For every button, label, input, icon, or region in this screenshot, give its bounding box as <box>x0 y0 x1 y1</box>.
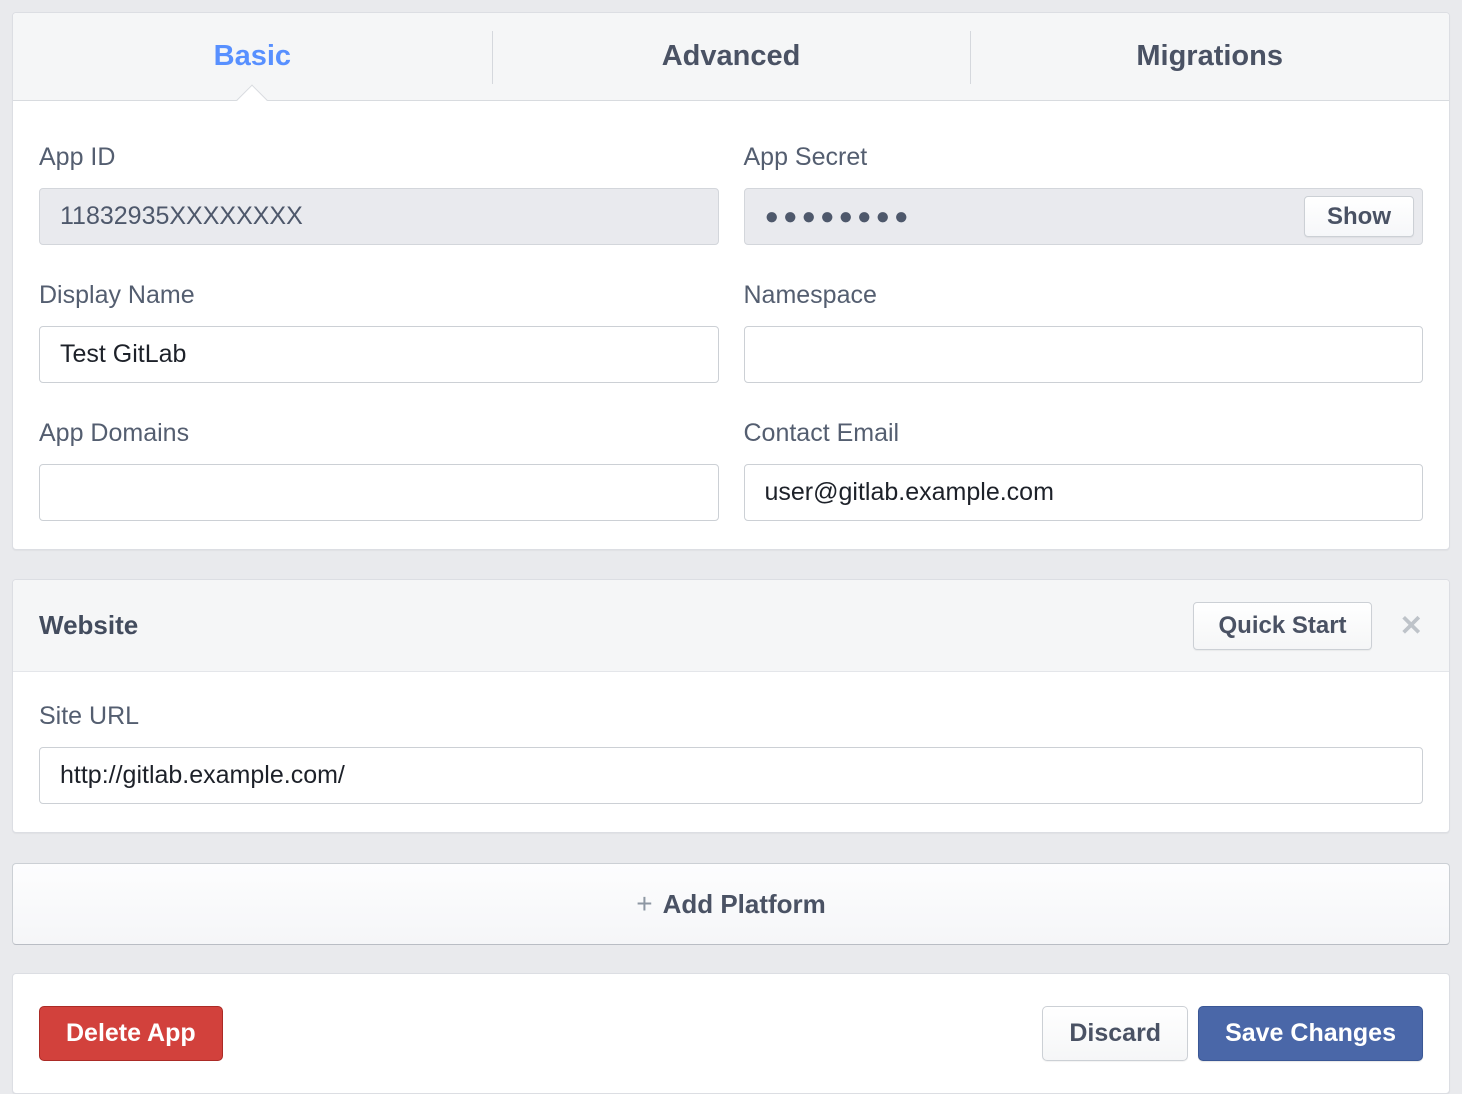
show-secret-button[interactable]: Show <box>1304 196 1414 237</box>
app-id-label: App ID <box>39 143 719 172</box>
namespace-input[interactable] <box>744 326 1424 383</box>
app-secret-wrapper: Show <box>744 188 1424 245</box>
app-domains-field-group: App Domains <box>39 419 719 521</box>
footer-action-bar: Delete App Discard Save Changes <box>12 973 1450 1094</box>
site-url-label: Site URL <box>39 702 1423 731</box>
basic-settings-form: App ID App Secret Show Display Name Name… <box>13 101 1449 549</box>
contact-email-field-group: Contact Email <box>744 419 1424 521</box>
app-id-field-group: App ID <box>39 143 719 245</box>
add-platform-button[interactable]: + Add Platform <box>12 863 1450 945</box>
tab-migrations-label: Migrations <box>1136 40 1283 73</box>
namespace-label: Namespace <box>744 281 1424 310</box>
namespace-field-group: Namespace <box>744 281 1424 383</box>
tab-basic-label: Basic <box>214 40 291 73</box>
add-platform-label: Add Platform <box>663 889 826 920</box>
website-section-title: Website <box>39 610 138 641</box>
website-platform-card: Website Quick Start ✕ Site URL <box>12 579 1450 833</box>
tab-basic[interactable]: Basic <box>13 13 492 100</box>
remove-platform-icon[interactable]: ✕ <box>1400 612 1423 640</box>
website-section-header: Website Quick Start ✕ <box>13 580 1449 672</box>
site-url-input[interactable] <box>39 747 1423 804</box>
tab-advanced-label: Advanced <box>662 40 801 73</box>
contact-email-label: Contact Email <box>744 419 1424 448</box>
app-settings-card: Basic Advanced Migrations App ID App Sec… <box>12 12 1450 550</box>
quick-start-button[interactable]: Quick Start <box>1193 602 1371 650</box>
app-id-input <box>39 188 719 245</box>
display-name-field-group: Display Name <box>39 281 719 383</box>
tab-advanced[interactable]: Advanced <box>492 13 971 100</box>
save-changes-button[interactable]: Save Changes <box>1198 1006 1423 1061</box>
app-domains-label: App Domains <box>39 419 719 448</box>
plus-icon: + <box>636 888 652 920</box>
discard-button[interactable]: Discard <box>1042 1006 1188 1061</box>
app-secret-field-group: App Secret Show <box>744 143 1424 245</box>
app-domains-input[interactable] <box>39 464 719 521</box>
website-section-body: Site URL <box>13 672 1449 832</box>
display-name-input[interactable] <box>39 326 719 383</box>
tab-migrations[interactable]: Migrations <box>970 13 1449 100</box>
display-name-label: Display Name <box>39 281 719 310</box>
delete-app-button[interactable]: Delete App <box>39 1006 223 1061</box>
contact-email-input[interactable] <box>744 464 1424 521</box>
settings-tabbar: Basic Advanced Migrations <box>13 13 1449 101</box>
app-secret-label: App Secret <box>744 143 1424 172</box>
